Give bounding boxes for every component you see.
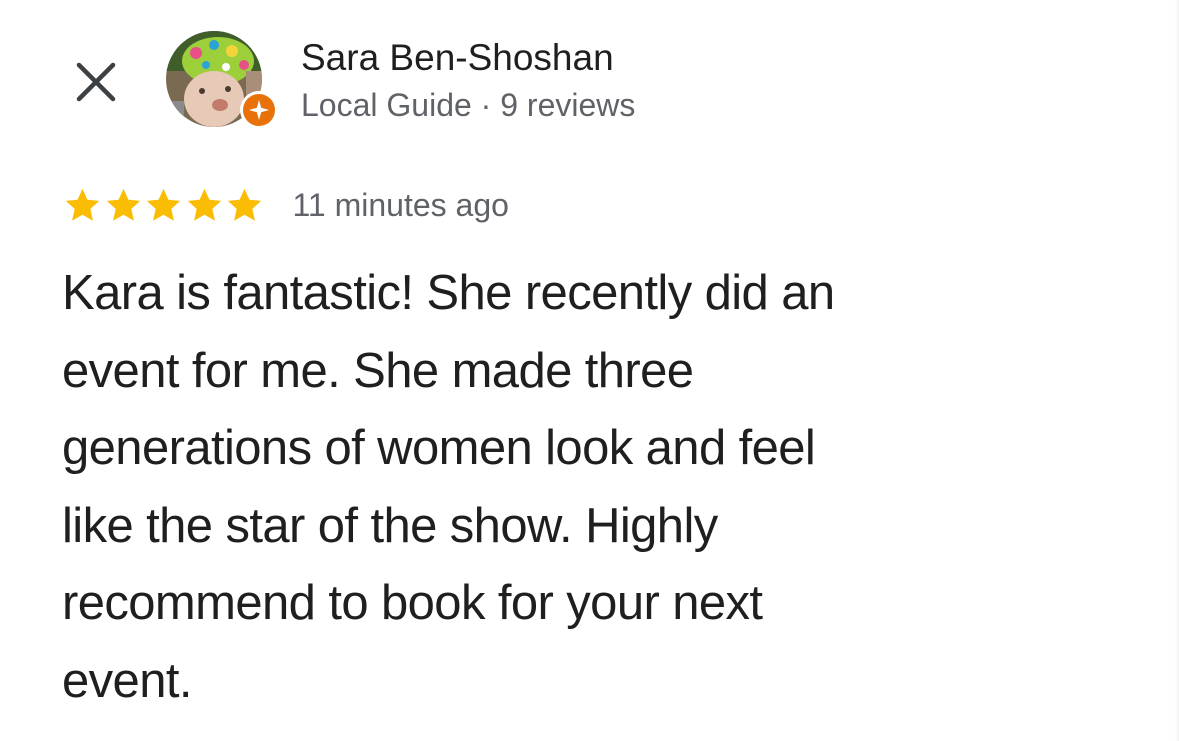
local-guide-star-icon (249, 100, 269, 120)
review-time: 11 minutes ago (292, 186, 509, 223)
close-button[interactable] (66, 52, 126, 112)
star-icon (227, 188, 262, 221)
local-guide-badge (240, 91, 278, 129)
star-icon (106, 188, 140, 221)
close-icon (76, 62, 116, 102)
star-icon (65, 188, 100, 221)
reviewer-name[interactable]: Sara Ben-Shoshan (301, 36, 614, 80)
edge-shade (1175, 0, 1179, 741)
rating-row: 11 minutes ago (62, 183, 509, 227)
reviewer-avatar[interactable] (166, 31, 278, 131)
star-icon (146, 188, 181, 221)
review-card: Sara Ben-Shoshan Local Guide · 9 reviews… (0, 0, 1179, 741)
review-text: Kara is fantastic! She recently did an e… (62, 266, 835, 708)
star-rating (62, 185, 265, 226)
reviewer-meta: Local Guide · 9 reviews (301, 87, 636, 123)
star-icon (187, 188, 221, 221)
